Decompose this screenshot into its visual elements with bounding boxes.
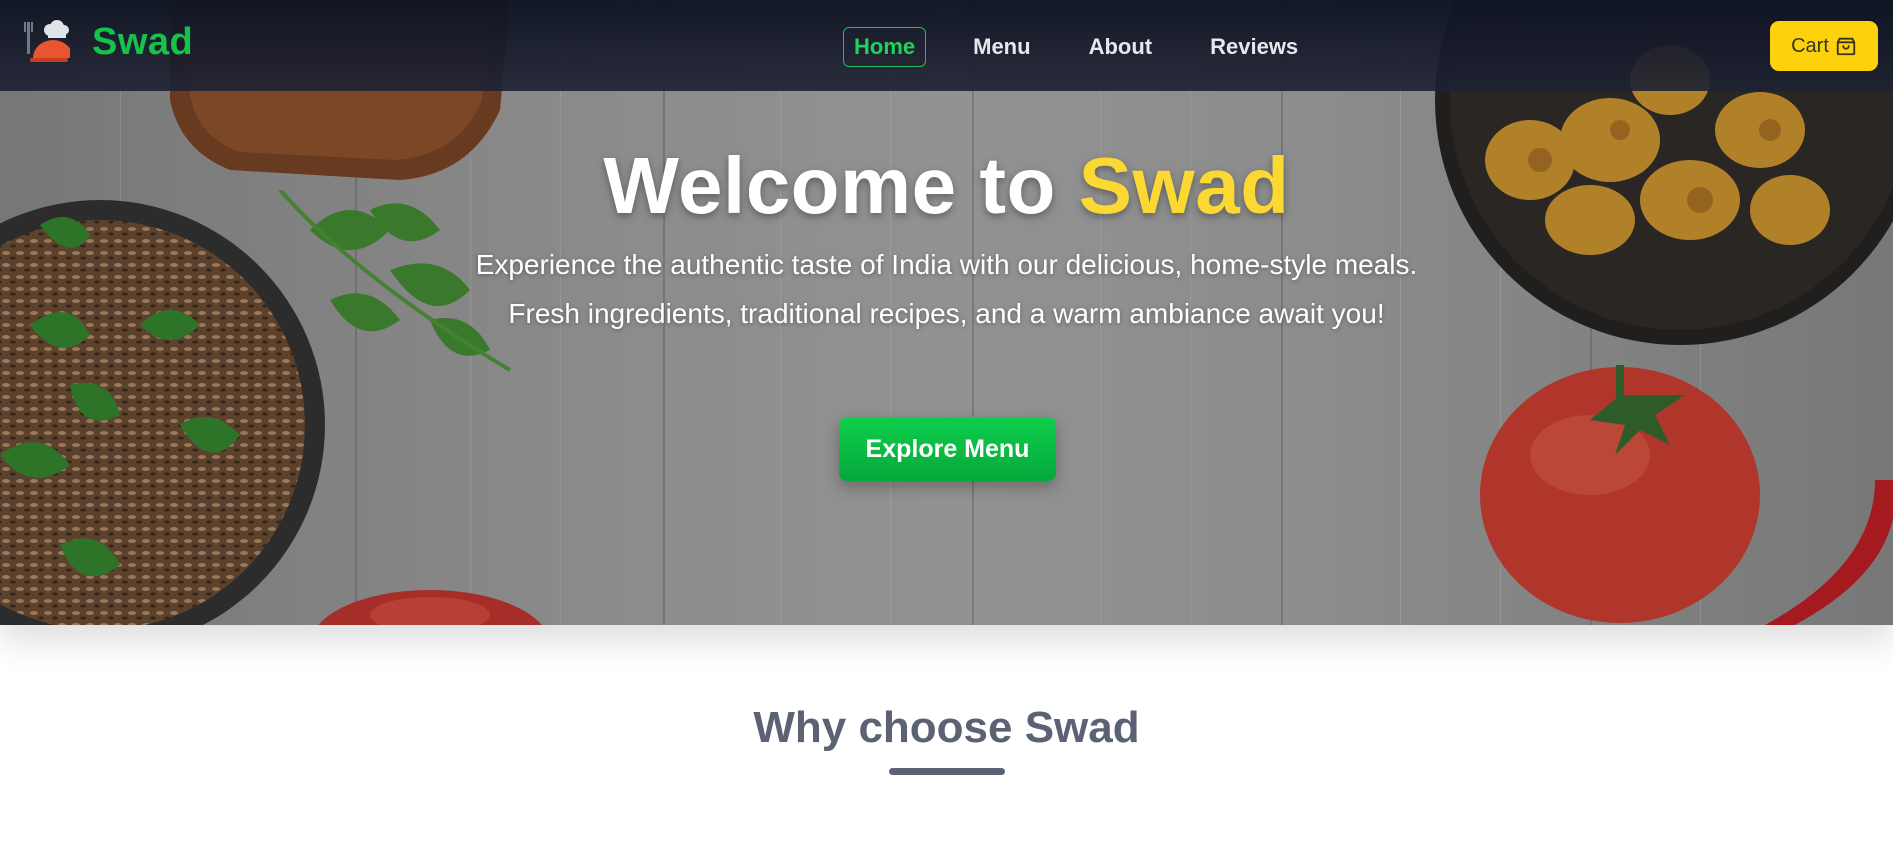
cart-button[interactable]: Cart [1770,21,1878,71]
hero-title-accent: Swad [1078,141,1290,230]
hero-content: Welcome to Swad Experience the authentic… [0,0,1893,625]
nav-link-reviews[interactable]: Reviews [1199,27,1309,67]
explore-menu-button[interactable]: Explore Menu [839,417,1056,481]
section-title: Why choose Swad [753,703,1140,752]
nav-link-menu[interactable]: Menu [962,27,1041,67]
brand[interactable]: Swad [24,18,193,66]
nav-link-about[interactable]: About [1078,27,1164,67]
section-title-underline [889,768,1005,775]
brand-name: Swad [92,20,194,63]
hero-title: Welcome to Swad [0,140,1893,232]
navbar: Swad Home Menu About Reviews Cart [0,0,1893,91]
nav-links: Home Menu About Reviews [843,27,1345,67]
hero-title-prefix: Welcome to [603,141,1079,230]
cart-label: Cart [1791,34,1829,57]
nav-link-home[interactable]: Home [843,27,927,67]
chef-dish-logo-icon [24,20,70,62]
hero-description: Experience the authentic taste of India … [475,249,1418,329]
shopping-bag-icon [1836,37,1856,56]
